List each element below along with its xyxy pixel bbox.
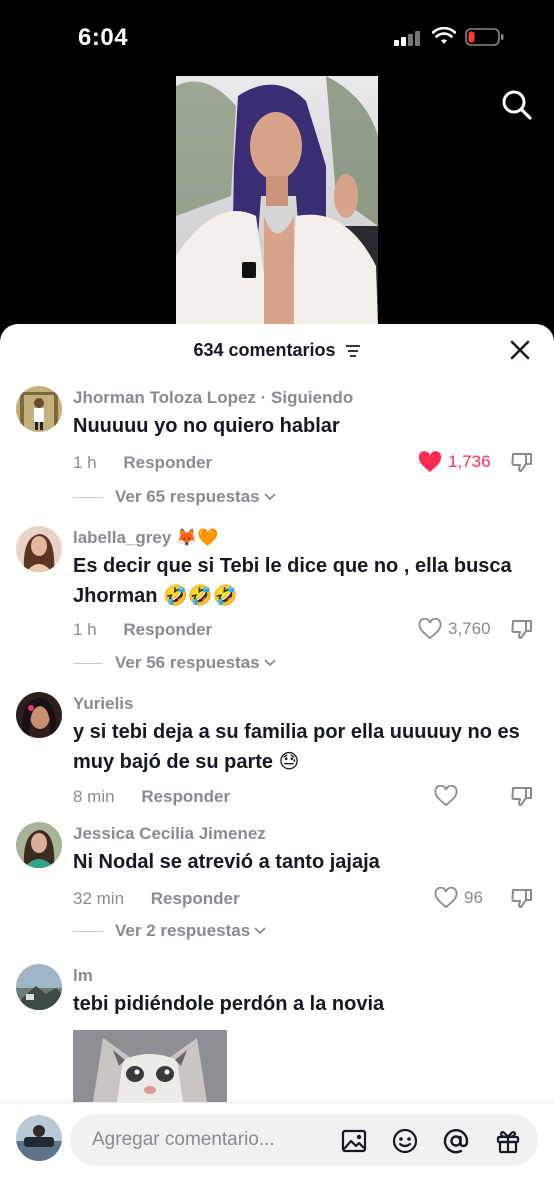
avatar[interactable] (16, 822, 62, 868)
wifi-icon (432, 26, 456, 44)
comment-meta: 8 min Responder (73, 787, 230, 807)
like-button[interactable] (434, 783, 514, 809)
username-emoji: 🦊🧡 (176, 528, 219, 548)
signal-icon (394, 30, 420, 46)
comment-username[interactable]: lm (73, 966, 93, 986)
comment-time: 1 h (73, 453, 97, 472)
like-count: 1,736 (448, 452, 491, 471)
view-replies-button[interactable]: Ver 2 respuestas (73, 921, 267, 941)
comment-text: tebi pidiéndole perdón a la novia (73, 993, 385, 1015)
filter-icon[interactable] (345, 344, 361, 358)
view-replies-label: Ver 2 respuestas (115, 921, 251, 940)
avatar[interactable] (16, 526, 62, 572)
status-bar: 6:04 (0, 0, 554, 70)
reply-button[interactable]: Responder (151, 889, 240, 908)
comment-text-body: Es decir que si Tebi le dice que no , el… (73, 555, 512, 607)
at-icon[interactable] (442, 1127, 470, 1155)
thumbs-down-icon[interactable] (510, 886, 534, 910)
image-icon[interactable] (340, 1127, 368, 1155)
thumbs-down-icon[interactable] (510, 617, 534, 641)
chevron-down-icon (254, 927, 266, 935)
close-icon[interactable] (508, 338, 532, 362)
divider (73, 930, 103, 932)
view-replies-button[interactable]: Ver 65 respuestas (73, 487, 277, 507)
comment-meta: 1 h Responder (73, 453, 212, 473)
avatar[interactable] (16, 964, 62, 1010)
heart-icon (434, 887, 458, 909)
video-frame-image (176, 76, 378, 326)
thumbs-down-icon[interactable] (510, 784, 534, 808)
avatar[interactable] (16, 386, 62, 432)
comment-text: Nuuuuu yo no quiero hablar (73, 415, 340, 437)
like-button[interactable]: 3,760 (418, 616, 498, 642)
username-text: Jessica Cecilia Jimenez (73, 824, 266, 843)
comment-username[interactable]: labella_grey 🦊🧡 (73, 528, 218, 548)
heart-icon (418, 451, 442, 472)
comment-meta: 32 min Responder (73, 889, 240, 909)
heart-icon (434, 785, 458, 807)
username-text: labella_grey (73, 528, 172, 547)
comment-time: 8 min (73, 787, 115, 806)
comment-meta: 1 h Responder (73, 620, 212, 640)
thumbs-down-icon[interactable] (510, 450, 534, 474)
comment-text: Es decir que si Tebi le dice que no , el… (73, 552, 533, 611)
comment-username[interactable]: Jhorman Toloza Lopez · Siguiendo (73, 388, 353, 408)
like-count: 96 (464, 888, 483, 907)
video-preview[interactable] (176, 76, 378, 326)
comment-input[interactable]: Agregar comentario... (70, 1114, 538, 1166)
reply-button[interactable]: Responder (123, 453, 212, 472)
comment-text: y si tebi deja a su familia por ella uuu… (73, 718, 533, 777)
search-icon[interactable] (500, 88, 534, 122)
like-button[interactable]: 1,736 (418, 449, 498, 475)
emoji-icon[interactable] (391, 1127, 419, 1155)
my-avatar[interactable] (16, 1115, 62, 1161)
username-text: lm (73, 966, 93, 985)
comment-text: Ni Nodal se atrevió a tanto jajaja (73, 851, 380, 873)
chevron-down-icon (263, 659, 276, 667)
heart-icon (418, 618, 442, 640)
comment-input-placeholder: Agregar comentario... (92, 1129, 275, 1150)
comments-title[interactable]: 634 comentarios (0, 340, 554, 361)
chevron-down-icon (263, 493, 276, 501)
comment-text-emoji: 😓 (278, 749, 300, 773)
comment-text-emoji: 🤣🤣🤣 (163, 583, 238, 607)
comment-image-kitten[interactable] (73, 1030, 227, 1102)
divider (73, 662, 103, 664)
comments-count-label: 634 comentarios (193, 340, 336, 360)
view-replies-label: Ver 65 respuestas (115, 487, 260, 506)
view-replies-button[interactable]: Ver 56 respuestas (73, 653, 277, 673)
comment-username[interactable]: Yurielis (73, 694, 133, 714)
reply-button[interactable]: Responder (141, 787, 230, 806)
comments-header: 634 comentarios (0, 324, 554, 376)
like-count: 3,760 (448, 619, 491, 638)
status-time: 6:04 (78, 24, 129, 51)
comment-composer: Agregar comentario... (0, 1102, 554, 1200)
comment-time: 32 min (73, 889, 125, 908)
username-text: Jhorman Toloza Lopez (73, 388, 256, 407)
battery-icon (465, 28, 504, 46)
comment-username[interactable]: Jessica Cecilia Jimenez (73, 824, 266, 844)
following-label: · Siguiendo (260, 388, 354, 407)
divider (73, 496, 103, 498)
username-text: Yurielis (73, 694, 134, 713)
reply-button[interactable]: Responder (123, 620, 212, 639)
avatar[interactable] (16, 692, 62, 738)
like-button[interactable]: 96 (434, 885, 514, 911)
comment-time: 1 h (73, 620, 97, 639)
view-replies-label: Ver 56 respuestas (115, 653, 260, 672)
comments-sheet: 634 comentarios Jhorman Toloza Lopez · S… (0, 324, 554, 1200)
gift-icon[interactable] (494, 1127, 522, 1155)
